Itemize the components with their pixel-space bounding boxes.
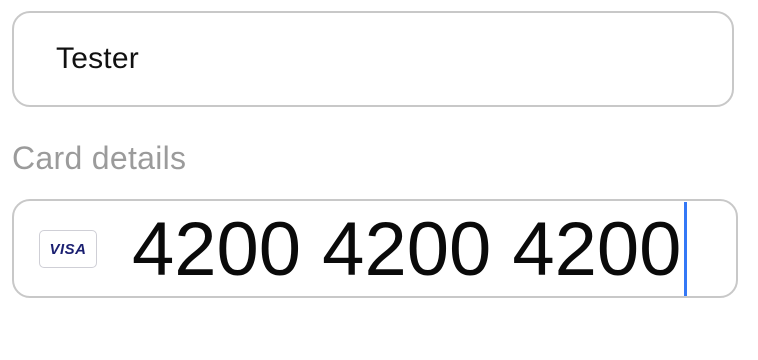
visa-card-icon: VISA — [39, 230, 97, 268]
payment-form: Tester Card details VISA 4200 4200 4200 — [0, 0, 758, 360]
text-caret — [684, 202, 688, 296]
card-number-value: 4200 4200 4200 — [132, 207, 682, 292]
card-number-input[interactable]: 4200 4200 4200 — [132, 202, 688, 296]
visa-brand-text: VISA — [49, 240, 87, 258]
card-number-field[interactable]: VISA 4200 4200 4200 — [12, 199, 738, 298]
cardholder-name-field[interactable]: Tester — [12, 11, 734, 107]
cardholder-name-value: Tester — [56, 42, 139, 75]
card-details-label: Card details — [12, 140, 187, 176]
